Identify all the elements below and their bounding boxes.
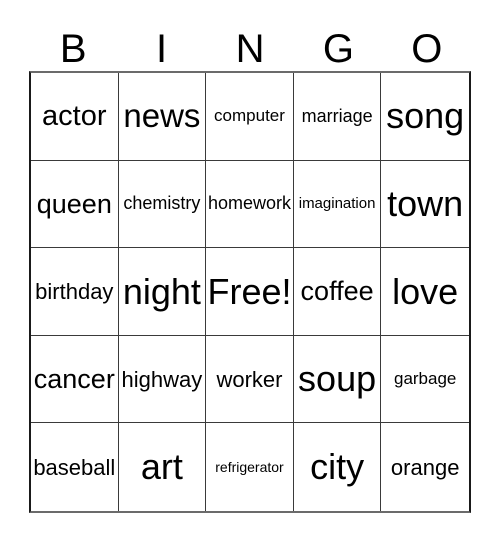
bingo-cell-g5[interactable]: city xyxy=(293,423,382,511)
bingo-cell-label: queen xyxy=(36,188,112,219)
bingo-cell-label: soup xyxy=(298,358,377,400)
bingo-cell-label: imagination xyxy=(298,195,376,213)
bingo-cell-label: city xyxy=(310,446,365,488)
bingo-cell-label: coffee xyxy=(300,276,374,307)
bingo-cell-n2[interactable]: homework xyxy=(206,160,294,249)
bingo-cell-o3[interactable]: love xyxy=(381,248,469,336)
bingo-cell-o2[interactable]: town xyxy=(381,160,469,249)
bingo-cell-b1[interactable]: actor xyxy=(31,73,119,161)
bingo-cell-i5[interactable]: art xyxy=(118,423,207,511)
header-letter-i: I xyxy=(156,27,168,71)
bingo-cell-n5[interactable]: refrigerator xyxy=(206,423,294,511)
bingo-cell-n4[interactable]: worker xyxy=(206,335,294,424)
bingo-cell-label: chemistry xyxy=(123,193,201,214)
bingo-card: B I N G O actor news computer marriage s… xyxy=(29,15,471,513)
bingo-cell-n1[interactable]: computer xyxy=(206,73,294,161)
bingo-cell-label: baseball xyxy=(33,454,116,480)
bingo-cell-label: art xyxy=(140,446,183,488)
bingo-header: B I N G O xyxy=(29,15,471,71)
bingo-cell-i3[interactable]: night xyxy=(118,248,207,336)
bingo-cell-g3[interactable]: coffee xyxy=(293,248,382,336)
header-letter-g: G xyxy=(322,27,354,71)
bingo-cell-i2[interactable]: chemistry xyxy=(118,160,207,249)
bingo-cell-b4[interactable]: cancer xyxy=(31,335,119,424)
bingo-cell-label: song xyxy=(386,95,465,137)
bingo-cell-o5[interactable]: orange xyxy=(381,423,469,511)
bingo-cell-b3[interactable]: birthday xyxy=(31,248,119,336)
bingo-cell-b5[interactable]: baseball xyxy=(31,423,119,511)
bingo-cell-label: night xyxy=(122,270,201,312)
header-letter-n: N xyxy=(235,27,265,71)
bingo-cell-label: homework xyxy=(207,193,292,214)
bingo-cell-i1[interactable]: news xyxy=(118,73,207,161)
bingo-cell-label: marriage xyxy=(301,105,373,126)
bingo-cell-o1[interactable]: song xyxy=(381,73,469,161)
bingo-cell-g4[interactable]: soup xyxy=(293,335,382,424)
bingo-cell-label: birthday xyxy=(35,278,114,304)
bingo-cell-label: cancer xyxy=(33,363,115,394)
bingo-cell-label: orange xyxy=(390,454,460,480)
bingo-cell-label: highway xyxy=(121,366,203,392)
header-letter-b: B xyxy=(59,27,87,71)
bingo-cell-free[interactable]: Free! xyxy=(206,248,294,336)
bingo-cell-b2[interactable]: queen xyxy=(31,160,119,249)
bingo-cell-label: actor xyxy=(42,100,107,133)
bingo-cell-label: computer xyxy=(214,106,285,126)
header-letter-o: O xyxy=(411,27,443,71)
bingo-cell-label: love xyxy=(392,270,459,312)
bingo-cell-label: town xyxy=(387,182,464,224)
bingo-cell-label: news xyxy=(123,96,201,134)
bingo-cell-label: garbage xyxy=(393,369,457,389)
bingo-cell-label-free: Free! xyxy=(207,270,292,312)
bingo-cell-g2[interactable]: imagination xyxy=(293,160,382,249)
bingo-grid: actor news computer marriage song queen … xyxy=(29,71,471,513)
bingo-cell-g1[interactable]: marriage xyxy=(293,73,382,161)
bingo-cell-label: worker xyxy=(216,366,283,392)
bingo-cell-o4[interactable]: garbage xyxy=(381,335,469,424)
bingo-cell-i4[interactable]: highway xyxy=(118,335,207,424)
bingo-cell-label: refrigerator xyxy=(215,458,284,475)
